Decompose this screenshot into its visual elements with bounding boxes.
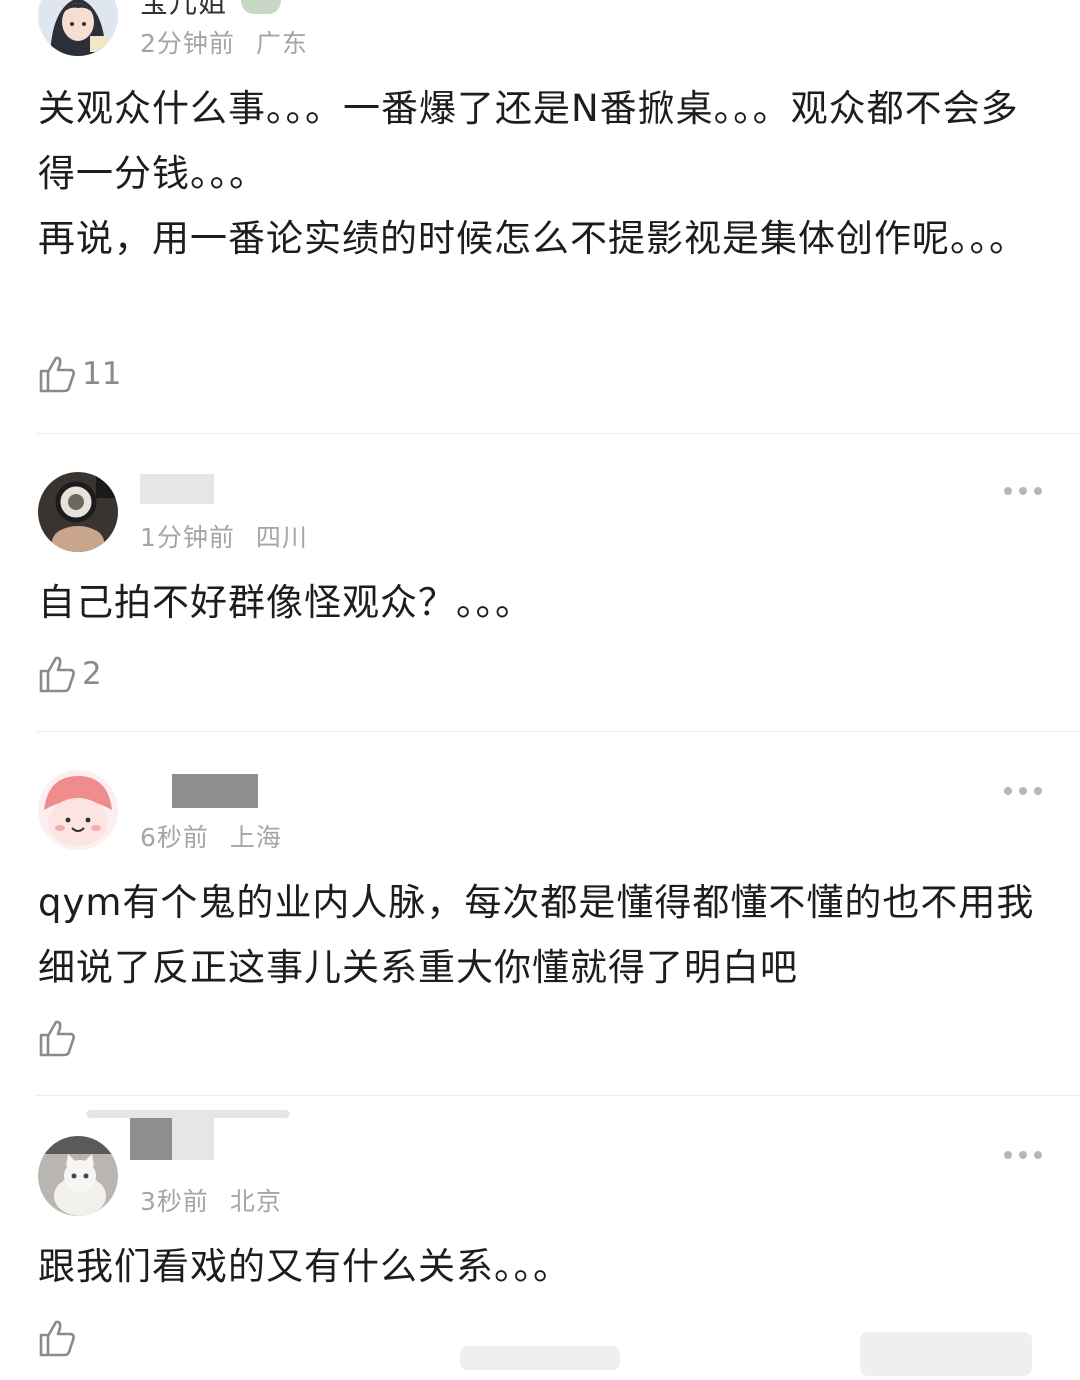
username-mask <box>172 1118 214 1160</box>
comment-meta: 1分钟前 四川 <box>140 518 308 554</box>
thumbs-up-icon <box>39 356 75 393</box>
comment-location: 上海 <box>229 823 282 852</box>
avatar[interactable] <box>38 770 118 850</box>
comment-time: 3秒前 <box>140 1187 209 1216</box>
comment-location: 四川 <box>255 523 308 552</box>
comment-item: 宝儿姐 2分钟前 广东 关观众什么事。。。一番爆了还是N番掀桌。。。观众都不会多… <box>0 0 1080 434</box>
comment-text: 关观众什么事。。。一番爆了还是N番掀桌。。。观众都不会多得一分钱。。。 再说，用… <box>38 87 1027 260</box>
comment-location: 北京 <box>229 1187 282 1216</box>
like-count: 11 <box>82 356 122 392</box>
comment-item: 1分钟前 四川 自己拍不好群像怪观众？。。。 2 <box>0 470 1080 732</box>
avatar[interactable] <box>38 0 118 56</box>
thumbs-up-icon <box>39 1320 75 1357</box>
comment-item: 3秒前 北京 跟我们看戏的又有什么关系。。。 <box>0 1108 1080 1380</box>
watermark-mask <box>860 1332 1032 1376</box>
username-row: 宝儿姐 <box>140 0 282 21</box>
more-options-icon[interactable] <box>1004 784 1042 798</box>
thumbs-up-icon <box>39 656 75 693</box>
like-button[interactable] <box>38 1018 82 1058</box>
comment-meta: 3秒前 北京 <box>140 1182 282 1218</box>
comment-meta: 6秒前 上海 <box>140 818 282 854</box>
avatar[interactable] <box>38 472 118 552</box>
divider <box>36 1095 1080 1096</box>
watermark-mask <box>460 1346 620 1370</box>
comment-text: qym有个鬼的业内人脉，每次都是懂得都懂不懂的也不用我细说了反正这事儿关系重大你… <box>38 881 1035 989</box>
like-count: 2 <box>82 656 102 692</box>
comment-time: 1分钟前 <box>140 523 235 552</box>
username-mask <box>86 1110 290 1118</box>
divider <box>36 731 1080 732</box>
username-mask <box>172 774 258 808</box>
divider <box>36 433 1080 434</box>
comment-time: 2分钟前 <box>140 29 235 58</box>
username-mask <box>130 1118 172 1160</box>
like-button[interactable] <box>38 1318 82 1358</box>
comment-location: 广东 <box>255 29 308 58</box>
like-button[interactable]: 11 <box>38 354 121 394</box>
more-options-icon[interactable] <box>1004 1148 1042 1162</box>
username-mask <box>140 474 214 504</box>
more-options-icon[interactable] <box>1004 0 1042 2</box>
comment-meta: 2分钟前 广东 <box>140 24 308 60</box>
thumbs-up-icon <box>39 1020 75 1057</box>
comment-time: 6秒前 <box>140 823 209 852</box>
more-options-icon[interactable] <box>1004 484 1042 498</box>
username[interactable]: 宝儿姐 <box>140 0 227 21</box>
comment-text: 自己拍不好群像怪观众？。。。 <box>38 581 533 624</box>
avatar[interactable] <box>38 1136 118 1216</box>
like-button[interactable]: 2 <box>38 654 102 694</box>
badge-icon <box>241 0 282 14</box>
comment-item: 6秒前 上海 qym有个鬼的业内人脉，每次都是懂得都懂不懂的也不用我细说了反正这… <box>0 768 1080 1096</box>
comment-text: 跟我们看戏的又有什么关系。。。 <box>38 1245 571 1288</box>
